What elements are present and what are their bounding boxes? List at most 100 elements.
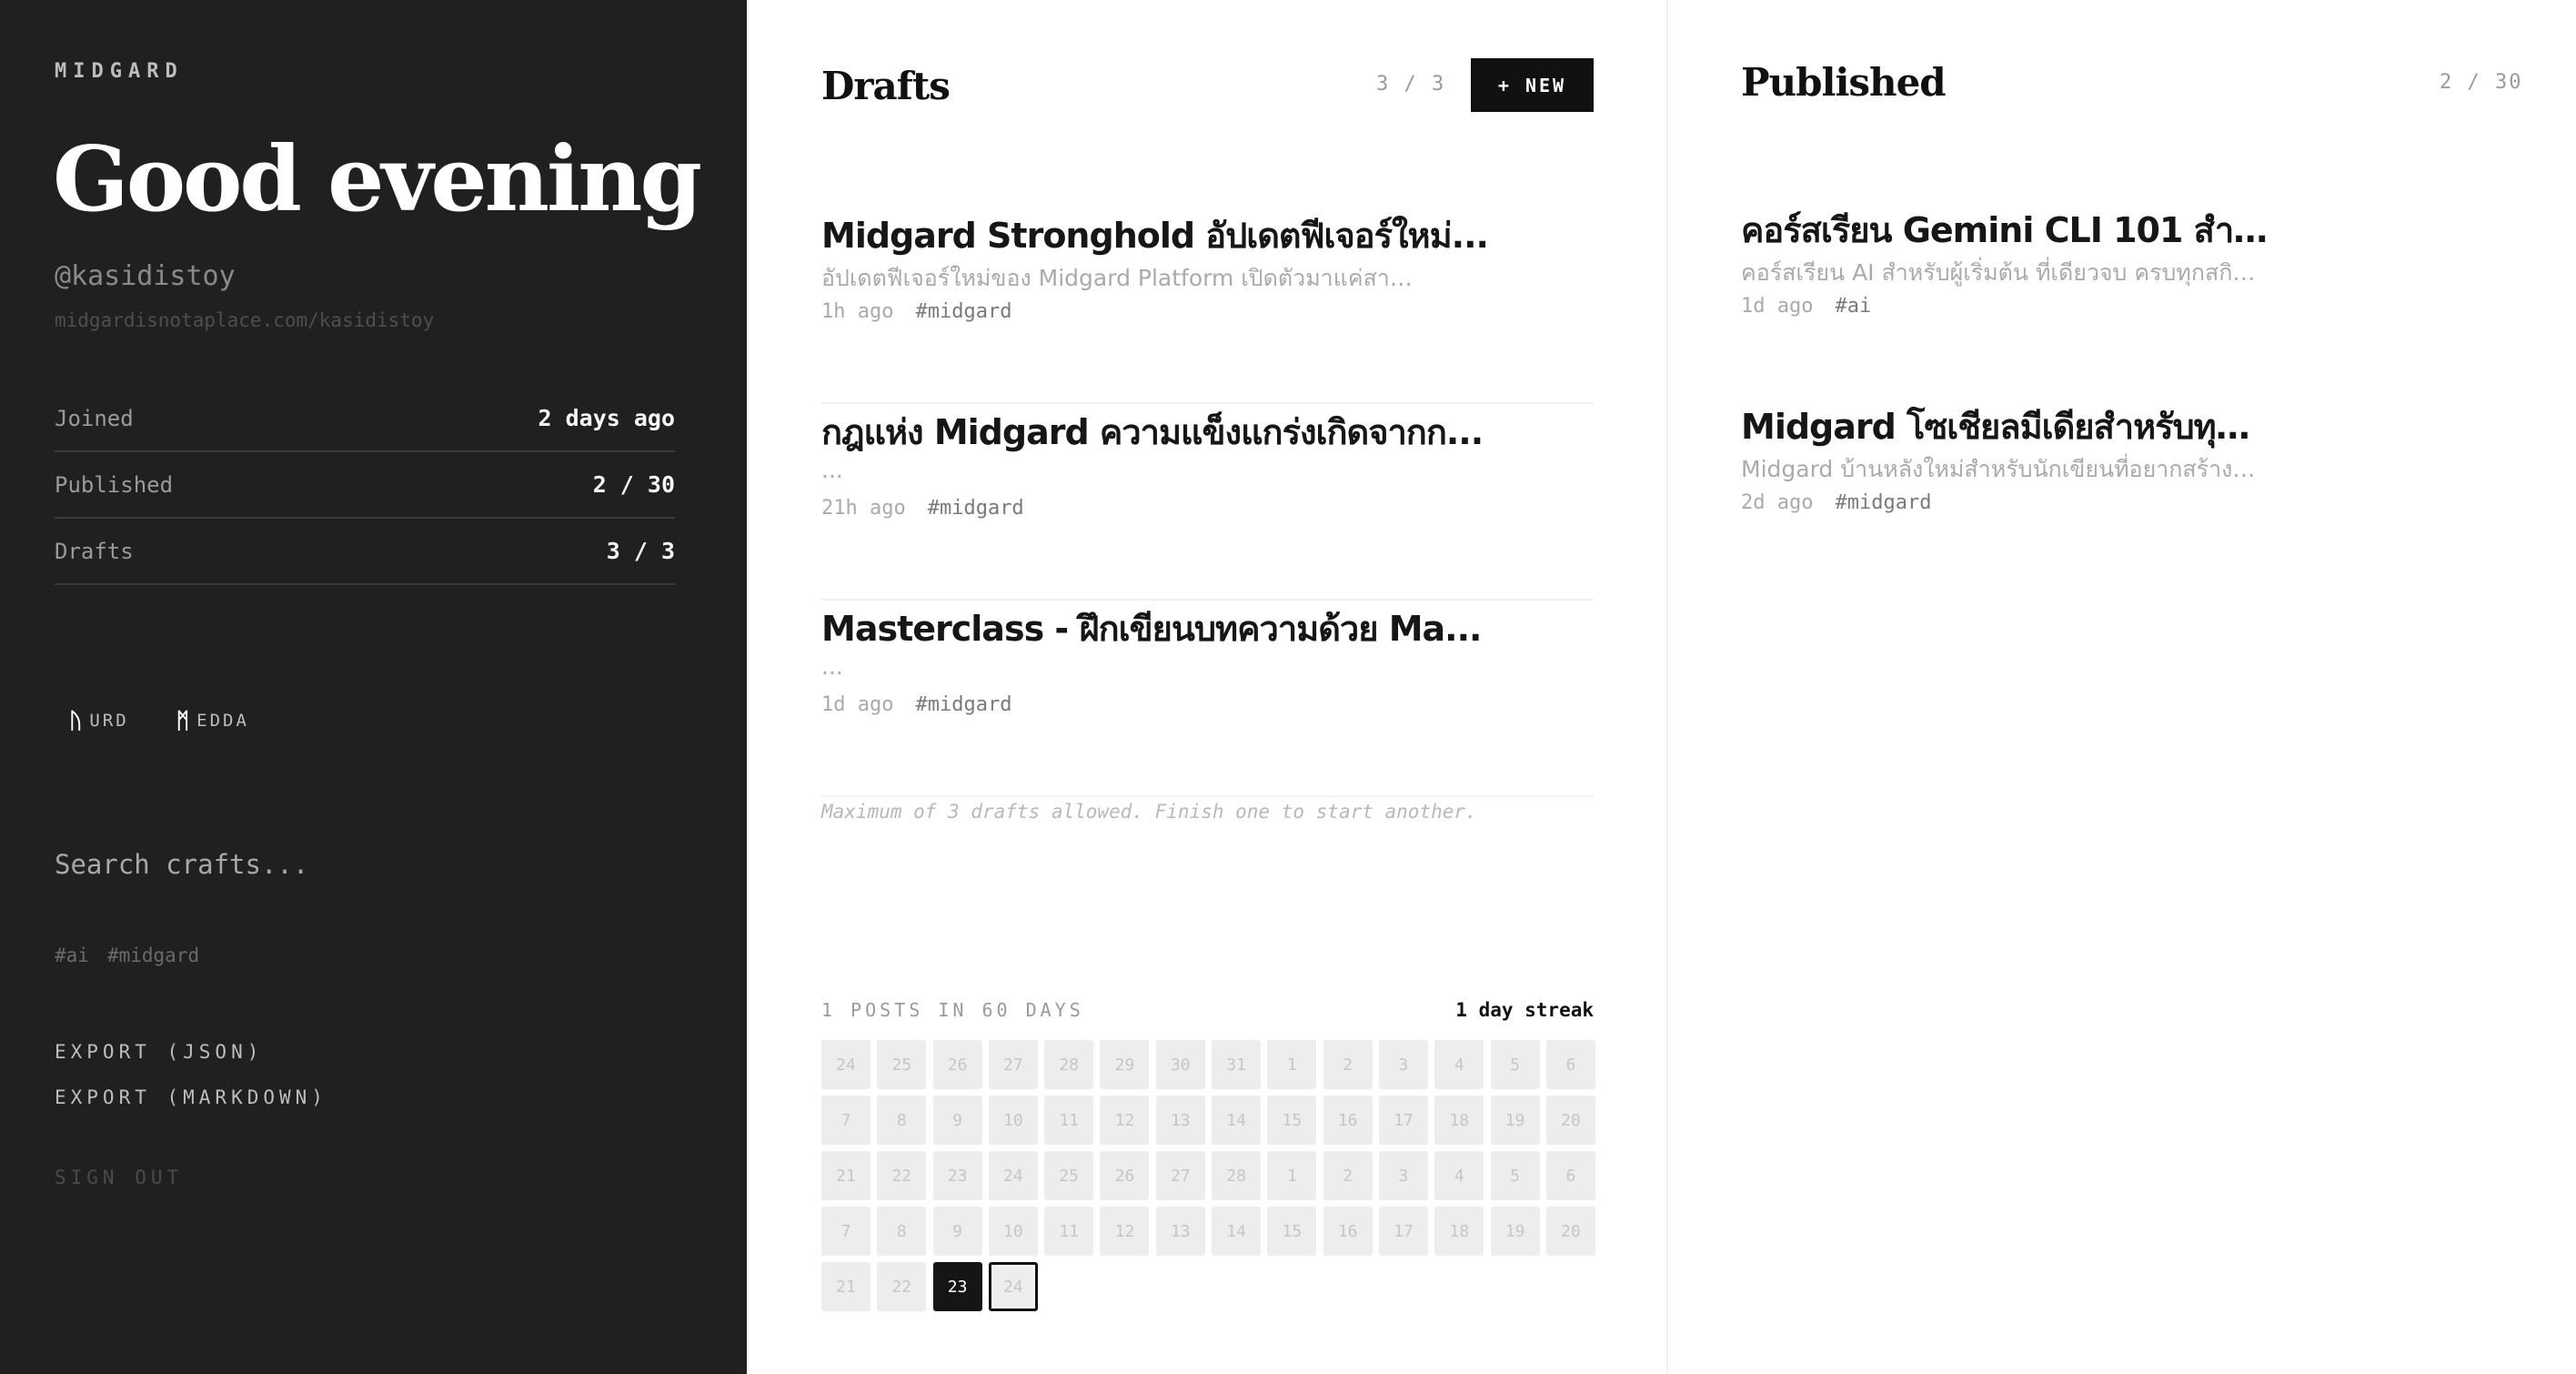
calendar-day[interactable]: 11: [1044, 1207, 1094, 1256]
draft-item[interactable]: กฎแห่ง Midgard ความแข็งแกร่งเกิดจากก... …: [821, 404, 1594, 601]
post-excerpt: ...: [821, 457, 843, 483]
calendar-day[interactable]: 24: [988, 1151, 1038, 1200]
calendar-day[interactable]: 28: [1212, 1151, 1262, 1200]
drafts-heading: Drafts: [821, 64, 951, 108]
calendar-day[interactable]: 19: [1490, 1207, 1540, 1256]
calendar-day[interactable]: 2: [1323, 1040, 1373, 1089]
post-excerpt: คอร์สเรียน AI สำหรับผู้เริ่มต้น ที่เดียว…: [1741, 259, 2269, 286]
tag-filter-midgard[interactable]: #midgard: [107, 945, 199, 966]
rune-mannaz-icon: ᛗ: [176, 708, 190, 733]
drafts-count: 3 / 3: [1376, 73, 1446, 96]
calendar-day[interactable]: 25: [1044, 1151, 1094, 1200]
calendar-day[interactable]: 9: [932, 1096, 982, 1145]
calendar-day[interactable]: 17: [1378, 1207, 1428, 1256]
calendar-day[interactable]: 15: [1267, 1207, 1317, 1256]
draft-item[interactable]: Masterclass - ฝึกเขียนบทความด้วย Ma... .…: [821, 601, 1594, 797]
calendar-day[interactable]: 13: [1155, 1207, 1205, 1256]
calendar-day[interactable]: 10: [988, 1096, 1038, 1145]
published-item[interactable]: Midgard โซเชียลมีเดียสำหรับทุกคน... Midg…: [1741, 399, 2487, 595]
calendar-day[interactable]: 18: [1434, 1096, 1484, 1145]
calendar-day[interactable]: 14: [1212, 1207, 1262, 1256]
calendar-day[interactable]: 22: [877, 1262, 927, 1311]
activity-posts-count: 1 POSTS IN 60 DAYS: [821, 999, 1084, 1021]
theme-edda-button[interactable]: ᛗ EDDA: [176, 708, 249, 733]
post-time: 1h ago: [821, 300, 894, 323]
calendar-day[interactable]: 14: [1212, 1096, 1262, 1145]
calendar-day[interactable]: 11: [1044, 1096, 1094, 1145]
calendar-day[interactable]: 3: [1378, 1040, 1428, 1089]
post-tag: #ai: [1835, 295, 1872, 318]
post-title: Midgard โซเชียลมีเดียสำหรับทุกคน...: [1741, 407, 2269, 447]
calendar-day[interactable]: 1: [1267, 1151, 1317, 1200]
calendar-day[interactable]: 13: [1155, 1096, 1205, 1145]
tag-filter-ai[interactable]: #ai: [55, 945, 89, 966]
calendar-day[interactable]: 5: [1490, 1040, 1540, 1089]
calendar-day[interactable]: 20: [1545, 1096, 1595, 1145]
new-draft-button[interactable]: + NEW: [1471, 58, 1594, 112]
calendar-day[interactable]: 1: [1267, 1040, 1317, 1089]
post-time: 1d ago: [1741, 295, 1814, 318]
stat-drafts: Drafts 3 / 3: [55, 519, 675, 585]
calendar-day[interactable]: 8: [877, 1096, 927, 1145]
calendar-day[interactable]: 24: [988, 1262, 1038, 1311]
calendar-day[interactable]: 6: [1545, 1151, 1595, 1200]
calendar-day[interactable]: 17: [1378, 1096, 1428, 1145]
calendar-day[interactable]: 2: [1323, 1151, 1373, 1200]
calendar-day[interactable]: 27: [1155, 1151, 1205, 1200]
post-title: คอร์สเรียน Gemini CLI 101 สำหรับ...: [1741, 210, 2269, 250]
post-meta: 1h ago #midgard: [821, 300, 1011, 323]
calendar-day[interactable]: 16: [1323, 1096, 1373, 1145]
calendar-day[interactable]: 23: [932, 1262, 982, 1311]
post-meta: 1d ago #ai: [1741, 295, 1871, 318]
stat-joined: Joined 2 days ago: [55, 386, 675, 452]
published-item[interactable]: คอร์สเรียน Gemini CLI 101 สำหรับ... คอร์…: [1741, 202, 2487, 399]
sign-out-link[interactable]: SIGN OUT: [55, 1167, 183, 1188]
draft-item[interactable]: Midgard Stronghold อัปเดตฟีเจอร์ใหม่... …: [821, 207, 1594, 404]
profile-url[interactable]: midgardisnotaplace.com/kasidistoy: [55, 309, 434, 331]
calendar-day[interactable]: 6: [1545, 1040, 1595, 1089]
calendar-day[interactable]: 10: [988, 1207, 1038, 1256]
export-json-link[interactable]: EXPORT (JSON): [55, 1041, 263, 1063]
calendar-day[interactable]: 30: [1155, 1040, 1205, 1089]
post-title: Midgard Stronghold อัปเดตฟีเจอร์ใหม่...: [821, 216, 1489, 256]
brand-logo[interactable]: MIDGARD: [55, 60, 184, 83]
calendar-day[interactable]: 24: [821, 1040, 870, 1089]
theme-urd-button[interactable]: ᚢ URD: [69, 708, 129, 733]
calendar-day[interactable]: 28: [1044, 1040, 1094, 1089]
calendar-day[interactable]: 18: [1434, 1207, 1484, 1256]
post-tag: #midgard: [927, 497, 1024, 520]
calendar-day[interactable]: 19: [1490, 1096, 1540, 1145]
drafts-column: Drafts 3 / 3 + NEW Midgard Stronghold อั…: [747, 0, 1668, 1374]
search-input[interactable]: [55, 839, 675, 890]
calendar-day[interactable]: 21: [821, 1262, 870, 1311]
calendar-day[interactable]: 22: [877, 1151, 927, 1200]
calendar-day[interactable]: 5: [1490, 1151, 1540, 1200]
calendar-day[interactable]: 12: [1100, 1096, 1150, 1145]
calendar-day[interactable]: 7: [821, 1207, 870, 1256]
stat-value: 2 days ago: [538, 405, 675, 431]
calendar-day[interactable]: 27: [988, 1040, 1038, 1089]
export-markdown-link[interactable]: EXPORT (MARKDOWN): [55, 1086, 327, 1108]
calendar-day[interactable]: 15: [1267, 1096, 1317, 1145]
calendar-day[interactable]: 16: [1323, 1207, 1373, 1256]
calendar-day[interactable]: 7: [821, 1096, 870, 1145]
post-meta: 2d ago #midgard: [1741, 491, 1931, 514]
post-tag: #midgard: [915, 300, 1012, 323]
calendar-day[interactable]: 29: [1100, 1040, 1150, 1089]
post-excerpt: Midgard บ้านหลังใหม่สำหรับนักเขียนที่อยา…: [1741, 456, 2269, 482]
calendar-day[interactable]: 3: [1378, 1151, 1428, 1200]
published-count: 2 / 30: [2440, 71, 2523, 94]
calendar-day[interactable]: 4: [1434, 1040, 1484, 1089]
calendar-day[interactable]: 20: [1545, 1207, 1595, 1256]
calendar-day[interactable]: 25: [877, 1040, 927, 1089]
calendar-day[interactable]: 4: [1434, 1151, 1484, 1200]
calendar-day[interactable]: 8: [877, 1207, 927, 1256]
activity-header: 1 POSTS IN 60 DAYS 1 day streak: [821, 999, 1594, 1021]
calendar-day[interactable]: 21: [821, 1151, 870, 1200]
calendar-day[interactable]: 31: [1212, 1040, 1262, 1089]
calendar-day[interactable]: 26: [932, 1040, 982, 1089]
calendar-day[interactable]: 23: [932, 1151, 982, 1200]
calendar-day[interactable]: 12: [1100, 1207, 1150, 1256]
calendar-day[interactable]: 26: [1100, 1151, 1150, 1200]
calendar-day[interactable]: 9: [932, 1207, 982, 1256]
